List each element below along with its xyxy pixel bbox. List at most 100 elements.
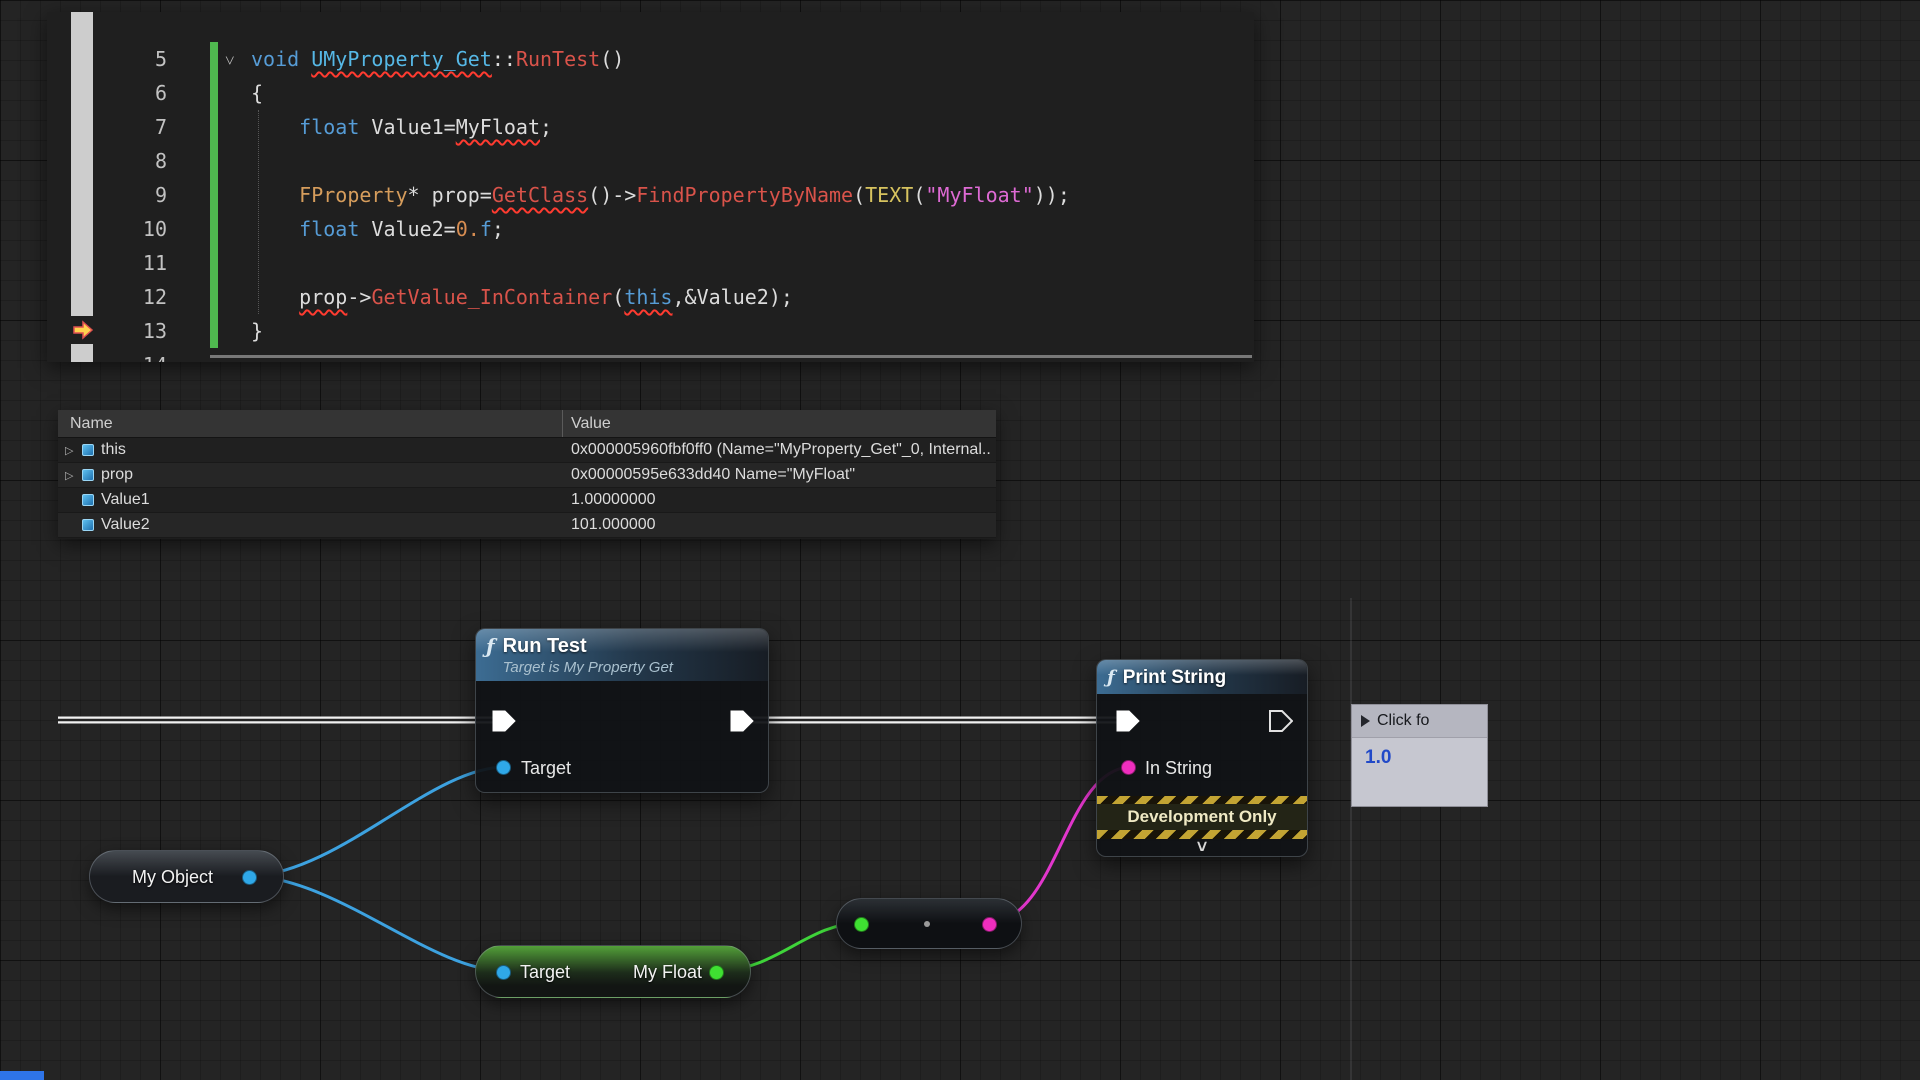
line-number: 14 <box>77 348 167 362</box>
tooltip-label: Click fo <box>1377 712 1429 730</box>
code-token: FindPropertyByName <box>636 183 853 207</box>
line-number: 10 <box>77 212 167 246</box>
target-pin-label: Target <box>520 961 570 983</box>
code-token: f <box>480 217 492 241</box>
line-number: 11 <box>77 246 167 280</box>
variable-label: My Object <box>132 866 213 888</box>
code-line: { <box>225 76 1070 110</box>
my-float-label: My Float <box>633 961 702 983</box>
column-header-value[interactable]: Value <box>563 415 996 433</box>
my-object-node[interactable]: My Object <box>89 850 284 903</box>
variable-icon <box>82 494 94 506</box>
run-test-header[interactable]: ƒ Run Test Target is My Property Get <box>476 629 768 681</box>
code-line <box>225 246 1070 280</box>
variable-icon <box>82 444 94 456</box>
node-title: Run Test <box>503 634 673 658</box>
target-pin[interactable] <box>496 965 511 980</box>
line-number: 12 <box>77 280 167 314</box>
exec-out-pin[interactable] <box>1269 710 1293 737</box>
code-token: prop <box>299 285 347 309</box>
line-number: 9 <box>77 178 167 212</box>
code-token: void <box>251 47 299 71</box>
watch-row[interactable]: Value11.00000000 <box>58 488 996 513</box>
code-line: } <box>225 314 1070 348</box>
watch-variable-value: 0x000005960fbf0ff0 (Name="MyProperty_Get… <box>563 441 996 459</box>
code-line <box>225 144 1070 178</box>
code-token: float <box>299 115 359 139</box>
code-token: } <box>251 319 263 343</box>
code-token: RunTest <box>516 47 600 71</box>
exec-in-pin[interactable] <box>1116 710 1140 737</box>
development-only-banner: Development Only <box>1097 804 1307 830</box>
code-token: ()-> <box>588 183 636 207</box>
object-wire-to-runtest <box>252 767 505 876</box>
code-line: FProperty* prop=GetClass()->FindProperty… <box>225 178 1070 212</box>
code-line: prop->GetValue_InContainer(this,&Value2)… <box>225 280 1070 314</box>
code-token <box>251 285 299 309</box>
code-token: FProperty <box>299 183 407 207</box>
node-subtitle: Target is My Property Get <box>503 658 673 677</box>
run-test-node[interactable]: ƒ Run Test Target is My Property Get Tar… <box>475 628 769 793</box>
code-token: -> <box>347 285 371 309</box>
blueprint-canvas[interactable]: ƒ Run Test Target is My Property Get Tar… <box>0 0 1920 1080</box>
gutter-numbers: 567891011121314 <box>77 42 167 362</box>
line-number: 7 <box>77 110 167 144</box>
code-line: float Value2=0.f; <box>225 212 1070 246</box>
watch-name-cell: ▷this <box>58 441 563 459</box>
watch-window[interactable]: Name Value ▷this0x000005960fbf0ff0 (Name… <box>58 410 996 539</box>
window-corner-strip <box>0 1071 44 1080</box>
exec-out-pin[interactable] <box>730 710 754 737</box>
code-token <box>251 217 299 241</box>
watch-variable-name: prop <box>101 466 133 484</box>
watch-row[interactable]: ▷prop0x00000595e633dd40 Name="MyFloat" <box>58 463 996 488</box>
line-number: 6 <box>77 76 167 110</box>
code-token: )); <box>1034 183 1070 207</box>
code-token: { <box>251 81 263 105</box>
code-editor[interactable]: 567891011121314 ˅void UMyProperty_Get::R… <box>47 12 1254 362</box>
column-header-name[interactable]: Name <box>58 410 563 437</box>
conv-in-pin[interactable] <box>854 917 869 932</box>
horizontal-scrollbar[interactable] <box>210 355 1252 358</box>
code-token: GetClass <box>492 183 588 207</box>
watch-variable-value: 1.00000000 <box>563 491 996 509</box>
target-pin[interactable] <box>496 760 511 775</box>
watch-header: Name Value <box>58 410 996 438</box>
node-title: Print String <box>1123 666 1226 690</box>
watch-name-cell: Value1 <box>58 491 563 509</box>
code-token: ; <box>492 217 504 241</box>
code-token: ,&Value2); <box>672 285 792 309</box>
watch-rows: ▷this0x000005960fbf0ff0 (Name="MyPropert… <box>58 438 996 538</box>
print-string-header[interactable]: ƒ Print String <box>1097 660 1307 694</box>
code-token: ( <box>612 285 624 309</box>
code-token: ( <box>913 183 925 207</box>
fold-chevron-icon[interactable]: ˅ <box>225 44 251 78</box>
my-float-out-pin[interactable] <box>709 965 724 980</box>
code-token: GetValue_InContainer <box>371 285 612 309</box>
code-token: * prop= <box>408 183 492 207</box>
code-token: MyFloat <box>456 115 540 139</box>
print-string-node[interactable]: ƒ Print String In String Development Onl… <box>1096 659 1308 857</box>
chevron-down-icon[interactable]: ˅ <box>1097 838 1307 856</box>
code-token: UMyProperty_Get <box>311 47 492 71</box>
watch-row[interactable]: Value2101.000000 <box>58 513 996 538</box>
hazard-stripe <box>1097 796 1307 804</box>
change-tracking-bar <box>210 42 218 348</box>
object-wire-to-getter <box>252 876 505 971</box>
watch-variable-name: Value2 <box>101 516 150 534</box>
in-string-pin[interactable] <box>1121 760 1136 775</box>
execution-pointer-icon[interactable] <box>69 316 97 344</box>
debug-value-tooltip[interactable]: Click fo 1.0 <box>1351 704 1488 807</box>
watch-row[interactable]: ▷this0x000005960fbf0ff0 (Name="MyPropert… <box>58 438 996 463</box>
exec-in-pin[interactable] <box>492 710 516 737</box>
watch-name-cell: ▷ prop <box>58 466 563 484</box>
get-my-float-node[interactable]: Target My Float <box>475 945 751 998</box>
expander-icon[interactable]: ▷ <box>65 469 81 482</box>
conv-dot-icon <box>924 921 930 927</box>
expander-icon[interactable]: ▷ <box>65 444 81 457</box>
conversion-node[interactable] <box>836 898 1022 949</box>
code-line: float Value1=MyFloat; <box>225 110 1070 144</box>
conv-out-pin[interactable] <box>982 917 997 932</box>
target-pin-label: Target <box>521 757 571 779</box>
watch-name-cell: Value2 <box>58 516 563 534</box>
object-out-pin[interactable] <box>242 870 257 885</box>
